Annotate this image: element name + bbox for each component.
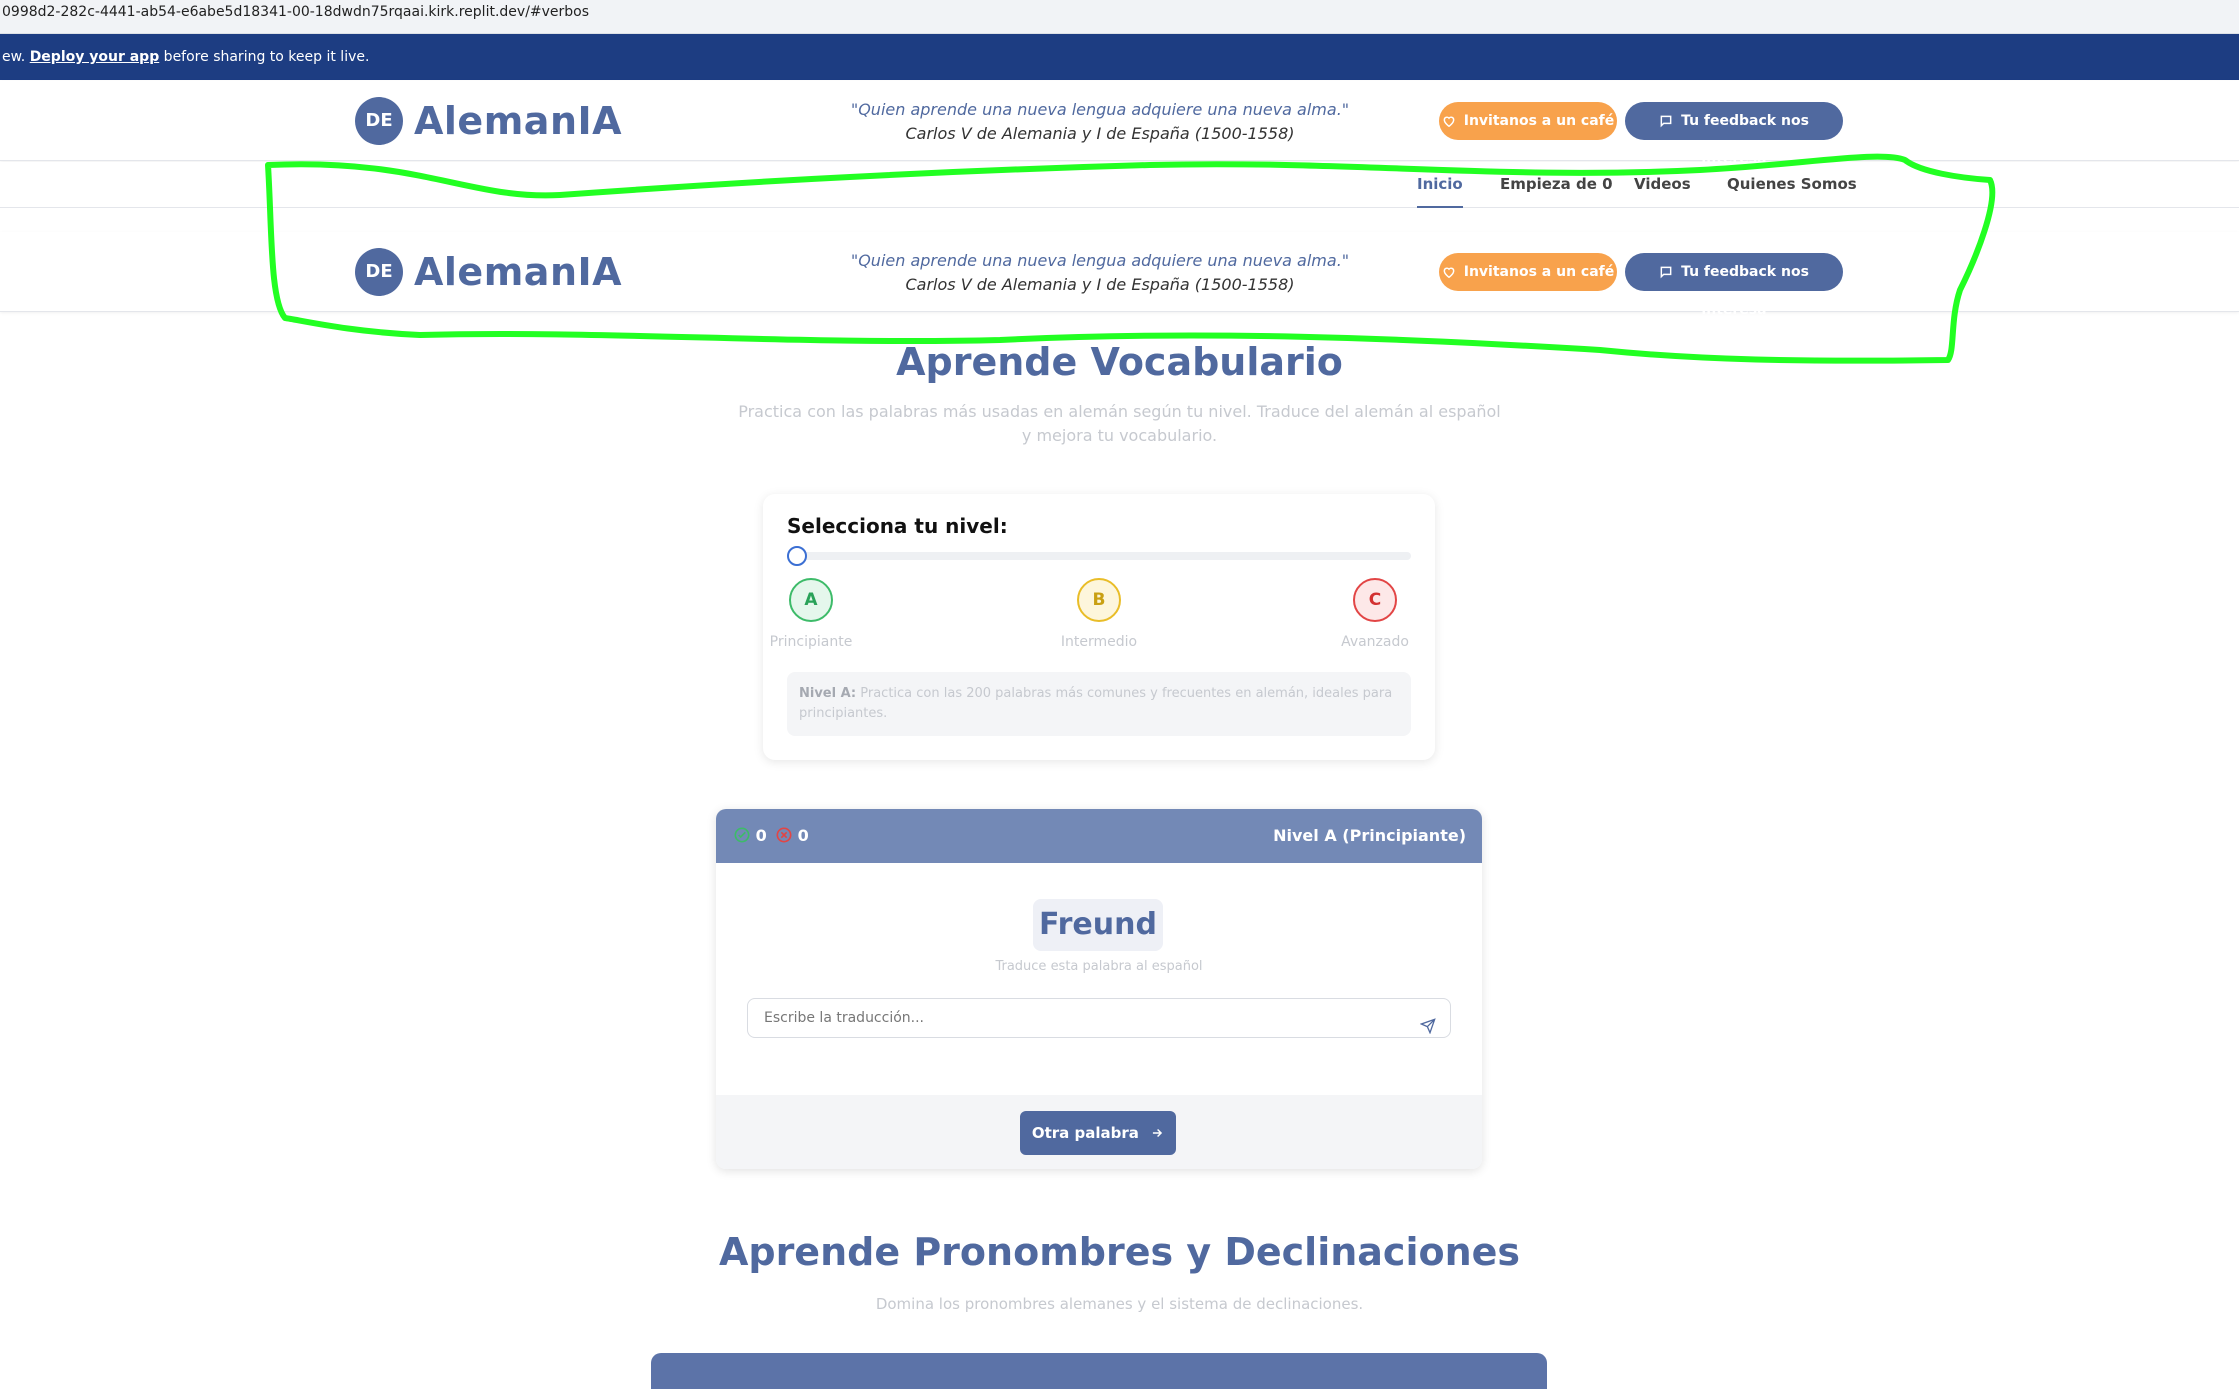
- url-text: 0998d2-282c-4441-ab54-e6abe5d18341-00-18…: [2, 4, 590, 20]
- level-b-label: Intermedio: [1060, 634, 1138, 650]
- deploy-link[interactable]: Deploy your app: [30, 49, 160, 65]
- next-word-button[interactable]: Otra palabra: [1020, 1111, 1176, 1155]
- site-header: DE AlemanIA "Quien aprende una nueva len…: [0, 81, 2239, 167]
- feedback-label: Tu feedback nos interesa: [1681, 113, 1809, 167]
- coffee-label: Invitanos a un café: [1463, 113, 1615, 129]
- level-heading: Selecciona tu nivel:: [787, 514, 1008, 538]
- logo-badge[interactable]: DE: [355, 97, 403, 145]
- quote-author: Carlos V de Alemania y I de España (1500…: [905, 275, 1295, 294]
- heart-icon: [1443, 267, 1455, 279]
- level-c-badge: C: [1353, 578, 1397, 622]
- quote-author: Carlos V de Alemania y I de España (1500…: [905, 124, 1295, 143]
- level-b-badge: B: [1077, 578, 1121, 622]
- wrong-count: 0: [797, 826, 809, 845]
- x-circle-icon: [776, 827, 792, 843]
- nav-empieza[interactable]: Empieza de 0: [1500, 174, 1613, 208]
- arrow-right-icon: [1153, 1128, 1163, 1138]
- quiz-word: Freund: [1033, 899, 1163, 951]
- main-nav: Inicio Empieza de 0 Videos Quienes Somos: [0, 162, 2239, 208]
- feedback-button[interactable]: Tu feedback nos interesa: [1625, 253, 1843, 318]
- send-icon[interactable]: [1419, 1011, 1436, 1049]
- heart-icon: [1443, 116, 1455, 128]
- pronouns-card-top: [651, 1353, 1547, 1389]
- coffee-button[interactable]: Invitanos a un café: [1439, 102, 1617, 140]
- header-quote: "Quien aprende una nueva lengua adquiere…: [850, 249, 1350, 297]
- vocab-subtitle-1: Practica con las palabras más usadas en …: [738, 402, 1501, 421]
- level-b[interactable]: B Intermedio: [1049, 578, 1149, 650]
- nav-quienes-somos[interactable]: Quienes Somos: [1727, 174, 1857, 208]
- nav-inicio[interactable]: Inicio: [1417, 174, 1463, 208]
- feedback-label: Tu feedback nos interesa: [1681, 264, 1809, 318]
- check-circle-icon: [734, 827, 750, 843]
- level-slider-thumb[interactable]: [787, 546, 807, 566]
- feedback-button[interactable]: Tu feedback nos interesa: [1625, 102, 1843, 167]
- message-icon: [1660, 115, 1672, 128]
- level-desc-bold: Nivel A:: [799, 686, 857, 701]
- level-description: Nivel A: Practica con las 200 palabras m…: [787, 672, 1411, 736]
- header-quote: "Quien aprende una nueva lengua adquiere…: [850, 98, 1350, 146]
- pronouns-title: Aprende Pronombres y Declinaciones: [718, 1230, 1521, 1274]
- level-a-badge: A: [789, 578, 833, 622]
- level-a-label: Principiante: [769, 634, 853, 650]
- wrong-score: 0: [776, 809, 809, 863]
- next-word-label: Otra palabra: [1031, 1124, 1139, 1142]
- pronouns-subtitle: Domina los pronombres alemanes y el sist…: [875, 1295, 1364, 1313]
- quiz-header: 0 0 Nivel A (Principiante): [716, 809, 1482, 863]
- banner-suffix: before sharing to keep it live.: [159, 49, 370, 65]
- logo-badge[interactable]: DE: [355, 248, 403, 296]
- vocab-subtitle-2: y mejora tu vocabulario.: [1021, 426, 1218, 445]
- level-a[interactable]: A Principiante: [761, 578, 861, 650]
- nav-videos[interactable]: Videos: [1634, 174, 1691, 208]
- correct-score: 0: [734, 809, 767, 863]
- coffee-label: Invitanos a un café: [1463, 264, 1615, 280]
- translation-placeholder: Escribe la traducción...: [764, 1010, 925, 1026]
- logo-text[interactable]: AlemanIA: [414, 242, 622, 302]
- message-icon: [1660, 266, 1672, 279]
- coffee-button[interactable]: Invitanos a un café: [1439, 253, 1617, 291]
- logo-text[interactable]: AlemanIA: [414, 91, 622, 151]
- quiz-hint: Traduce esta palabra al español: [995, 959, 1203, 974]
- level-slider-track[interactable]: [787, 552, 1411, 560]
- quote-text: "Quien aprende una nueva lengua adquiere…: [850, 251, 1350, 270]
- level-c-label: Avanzado: [1341, 634, 1409, 650]
- vocab-quiz-card: 0 0 Nivel A (Principiante) Freund Traduc…: [716, 809, 1482, 1169]
- quote-text: "Quien aprende una nueva lengua adquiere…: [850, 100, 1350, 119]
- deploy-banner: ew. Deploy your app before sharing to ke…: [0, 34, 2239, 80]
- sticky-header: DE AlemanIA "Quien aprende una nueva len…: [0, 232, 2239, 318]
- level-c[interactable]: C Avanzado: [1325, 578, 1425, 650]
- vocab-title: Aprende Vocabulario: [896, 340, 1343, 384]
- quiz-level-label: Nivel A (Principiante): [1273, 826, 1466, 845]
- translation-input[interactable]: Escribe la traducción...: [747, 998, 1451, 1038]
- quiz-footer: Otra palabra: [716, 1095, 1482, 1169]
- level-select-card: Selecciona tu nivel: A Principiante B In…: [763, 494, 1435, 760]
- banner-prefix: ew.: [2, 49, 30, 65]
- correct-count: 0: [755, 826, 767, 845]
- browser-url-bar[interactable]: 0998d2-282c-4441-ab54-e6abe5d18341-00-18…: [0, 0, 2239, 34]
- level-desc-text: Practica con las 200 palabras más comune…: [799, 686, 1393, 721]
